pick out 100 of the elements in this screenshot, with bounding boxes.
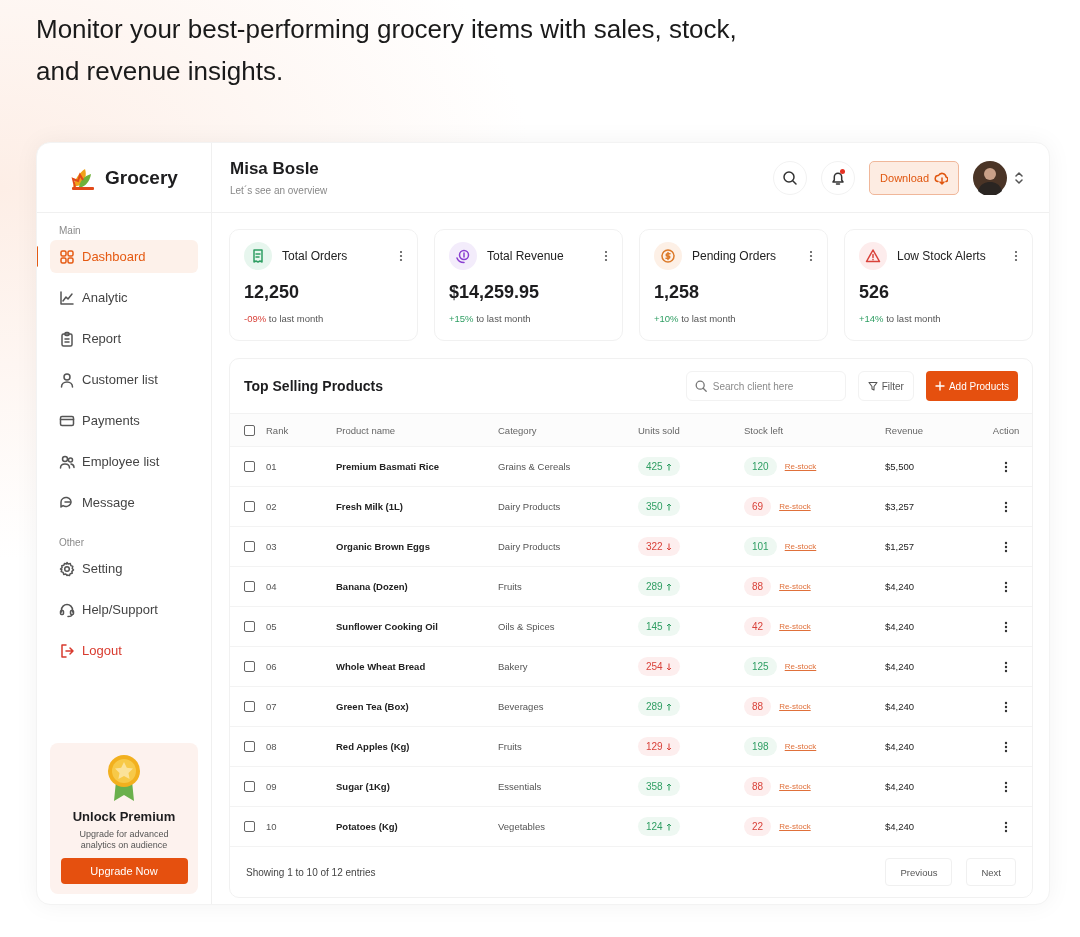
checkbox[interactable]	[244, 581, 255, 592]
download-button[interactable]: Download	[869, 160, 959, 195]
checkbox[interactable]	[244, 461, 255, 472]
more-icon	[1004, 780, 1008, 793]
users-icon	[59, 453, 75, 470]
stat-title: Total Orders	[282, 249, 349, 263]
revenue-cell-text: $1,257	[885, 541, 916, 552]
checkbox[interactable]	[244, 661, 255, 672]
sidebar-item[interactable]: Setting	[50, 552, 198, 585]
stock-badge: 88	[744, 697, 772, 716]
add-products-button[interactable]: Add Products	[925, 371, 1018, 401]
checkbox[interactable]	[244, 781, 255, 792]
checkbox[interactable]	[244, 821, 255, 832]
arrow-up-icon	[665, 622, 672, 631]
stock-badge: 88	[744, 577, 772, 596]
stat-change: +10% to last month	[654, 313, 737, 324]
sidebar-item[interactable]: Help/Support	[50, 593, 198, 626]
product-name: Sunflower Cooking Oil	[336, 621, 439, 632]
stock-badge: 42	[744, 617, 772, 636]
more-icon	[399, 250, 403, 262]
grid-icon	[59, 248, 75, 265]
category-cell-text: Oils & Spices	[498, 621, 556, 632]
restock-link[interactable]: Re-stock	[779, 582, 811, 591]
promo-title: Unlock Premium	[72, 809, 176, 825]
restock-link[interactable]: Re-stock	[784, 742, 817, 751]
stock-badge: 198	[744, 737, 777, 756]
plus-icon	[934, 381, 945, 391]
revenue-cell-text: $4,240	[885, 701, 916, 712]
arrow-up-icon	[665, 462, 672, 471]
section-label: Other	[58, 537, 85, 550]
avatar	[973, 160, 1007, 195]
stock-badge: 125	[744, 657, 777, 676]
sidebar-item[interactable]: Logout	[50, 634, 198, 667]
restock-link[interactable]: Re-stock	[784, 542, 817, 551]
restock-link[interactable]: Re-stock	[779, 502, 811, 511]
sidebar-item[interactable]: Report	[50, 322, 198, 355]
upgrade-button[interactable]: Upgrade Now	[60, 858, 188, 884]
notification-button[interactable]	[821, 160, 856, 195]
column-header: Units sold	[638, 424, 681, 436]
more-icon	[1004, 460, 1008, 473]
category-cell-text: Dairy Products	[498, 541, 562, 552]
sidebar-item[interactable]: Analytic	[50, 281, 198, 314]
units-badge: 322	[638, 537, 680, 556]
category-cell-text: Grains & Cereals	[498, 461, 572, 472]
sidebar-item[interactable]: Message	[50, 486, 198, 519]
headset-icon	[59, 601, 75, 618]
warning-icon	[865, 248, 881, 264]
stat-change: +14% to last month	[859, 313, 942, 324]
stock-badge: 120	[744, 457, 777, 476]
restock-link[interactable]: Re-stock	[784, 462, 817, 471]
restock-link[interactable]: Re-stock	[779, 622, 811, 631]
more-icon	[604, 250, 608, 262]
sidebar-item[interactable]: Customer list	[50, 363, 198, 396]
restock-link[interactable]: Re-stock	[784, 662, 817, 671]
category-cell-text: Dairy Products	[498, 501, 562, 512]
product-name: Organic Brown Eggs	[336, 541, 431, 552]
gear-icon	[59, 560, 75, 577]
search-field[interactable]: Search client here	[685, 371, 846, 401]
checkbox[interactable]	[244, 621, 255, 632]
more-icon	[1004, 820, 1008, 833]
sidebar-item[interactable]: Employee list	[50, 445, 198, 478]
units-badge: 358	[638, 777, 680, 796]
restock-link[interactable]: Re-stock	[779, 782, 811, 791]
stock-badge: 101	[744, 537, 777, 556]
checkbox[interactable]	[244, 741, 255, 752]
search-icon	[782, 169, 799, 186]
product-name: Sugar (1Kg)	[336, 781, 391, 792]
rank-cell-text: 10	[266, 821, 278, 832]
stat-change: -09% to last month	[244, 313, 325, 324]
stat-value: 1,258	[654, 282, 701, 303]
checkbox[interactable]	[244, 541, 255, 552]
brand-name: Grocery	[105, 166, 178, 189]
stock-badge: 69	[744, 497, 772, 516]
stock-badge: 22	[744, 817, 772, 836]
units-badge: 124	[638, 817, 680, 836]
more-icon	[809, 250, 813, 262]
chevron-up-down-icon	[1013, 169, 1025, 186]
category-cell-text: Fruits	[498, 741, 523, 752]
revenue-cell-text: $5,500	[885, 461, 916, 472]
revenue-cell-text: $4,240	[885, 821, 916, 832]
units-badge: 254	[638, 657, 680, 676]
category-cell-text: Vegetables	[498, 821, 546, 832]
sidebar-item[interactable]: Dashboard	[50, 240, 198, 273]
rank-cell-text: 01	[266, 461, 278, 472]
stat-value: $14,259.95	[449, 282, 541, 303]
restock-link[interactable]: Re-stock	[779, 702, 811, 711]
checkbox[interactable]	[244, 501, 255, 512]
checkbox[interactable]	[244, 424, 255, 436]
units-badge: 145	[638, 617, 680, 636]
restock-link[interactable]: Re-stock	[779, 822, 811, 831]
previous-button[interactable]: Previous	[885, 858, 953, 886]
rank-cell-text: 04	[266, 581, 278, 592]
medal-icon	[106, 753, 142, 804]
category-cell-text: Essentials	[498, 781, 543, 792]
next-button[interactable]: Next	[966, 858, 1016, 886]
sidebar-item[interactable]: Payments	[50, 404, 198, 437]
stat-title: Total Revenue	[487, 249, 565, 263]
filter-button[interactable]: Filter	[857, 371, 914, 401]
checkbox[interactable]	[244, 701, 255, 712]
search-button[interactable]	[773, 160, 808, 195]
